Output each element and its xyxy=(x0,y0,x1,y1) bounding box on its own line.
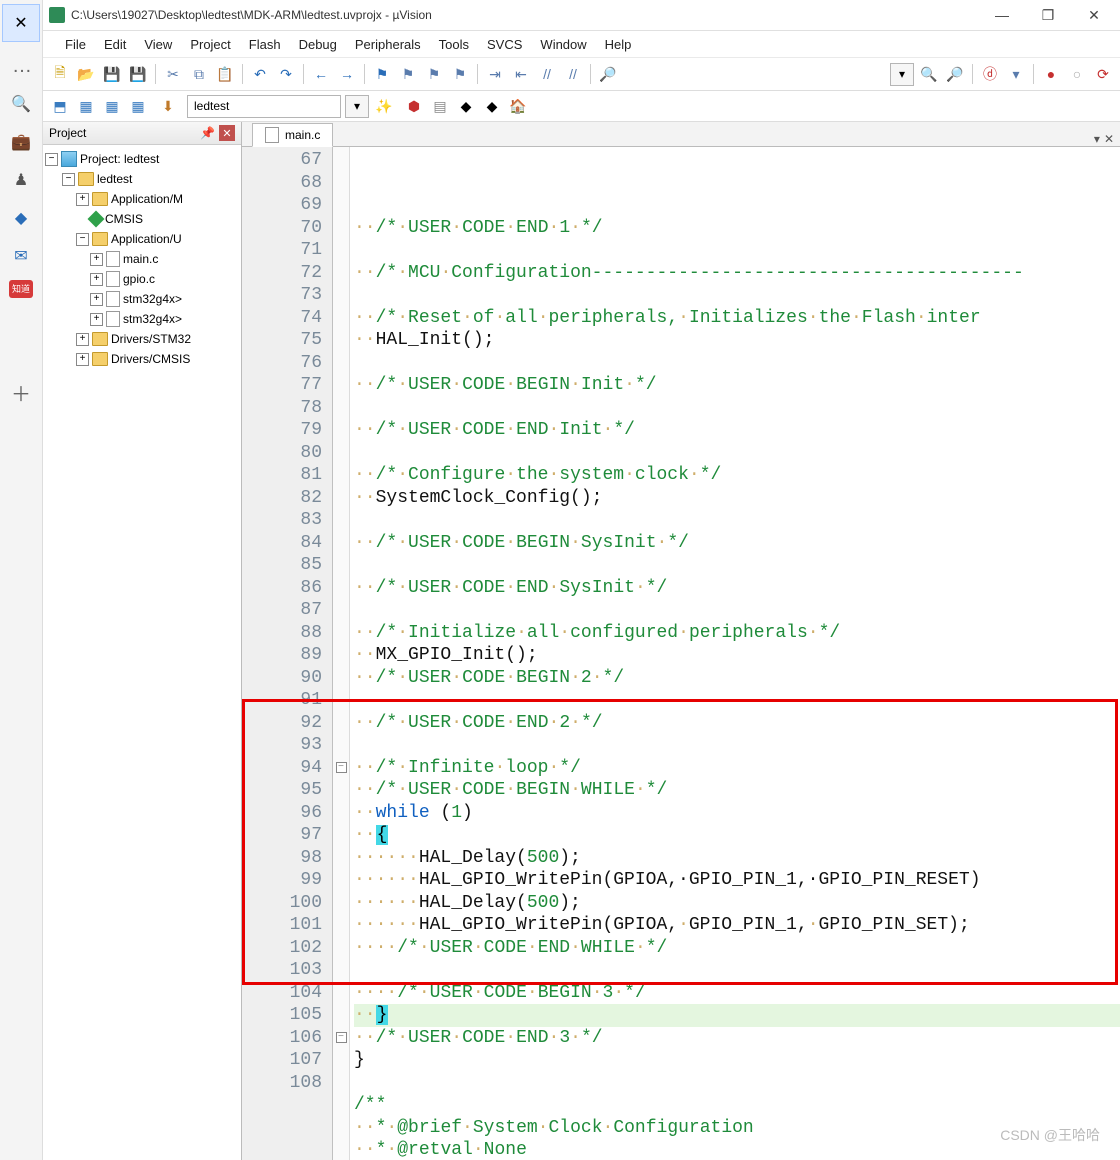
windows-task-strip: ✕ … 🔍 💼 ♟ ◆ ✉ 知道 ＋ xyxy=(0,0,43,1160)
debug-icon[interactable]: ⓓ xyxy=(979,63,1001,85)
undo-icon[interactable]: ↶ xyxy=(249,63,271,85)
menu-svcs[interactable]: SVCS xyxy=(487,37,522,52)
menu-bar: File Edit View Project Flash Debug Peripherals… xyxy=(43,31,1120,58)
pack-icon[interactable]: ◆ xyxy=(455,95,477,117)
editor-tab-bar: main.c ▾ ✕ xyxy=(242,122,1120,147)
tab-main-c[interactable]: main.c xyxy=(252,123,333,147)
help-icon[interactable]: 🏠 xyxy=(507,95,529,117)
work-area: Project 📌 ✕ −Project: ledtest −ledtest +… xyxy=(43,122,1120,1160)
find-files-icon[interactable]: 🔎 xyxy=(597,63,619,85)
record-icon[interactable]: ● xyxy=(1040,63,1062,85)
more-icon[interactable]: … xyxy=(7,52,35,80)
tab-close-icon[interactable]: ✕ xyxy=(1104,132,1114,146)
target-dropdown[interactable]: ▾ xyxy=(345,95,369,118)
uncomment-icon[interactable]: // xyxy=(562,63,584,85)
bookmark-icon[interactable]: ⚑ xyxy=(371,63,393,85)
panel-close-icon[interactable]: ✕ xyxy=(219,125,235,141)
project-panel-title: Project xyxy=(49,126,86,140)
minimize-button[interactable]: — xyxy=(982,1,1022,29)
rte-icon[interactable]: ◆ xyxy=(481,95,503,117)
bookmark-next-icon[interactable]: ⚑ xyxy=(423,63,445,85)
title-bar: C:\Users\19027\Desktop\ledtest\MDK-ARM\l… xyxy=(43,0,1120,31)
save-icon[interactable]: 💾 xyxy=(101,63,123,85)
project-panel: Project 📌 ✕ −Project: ledtest −ledtest +… xyxy=(43,122,242,1160)
target-select[interactable]: ledtest xyxy=(187,95,341,118)
badge-icon[interactable]: 知道 xyxy=(9,280,33,298)
bookmark-prev-icon[interactable]: ⚑ xyxy=(397,63,419,85)
outdent-icon[interactable]: ⇤ xyxy=(510,63,532,85)
build-toolbar: ⬒ ▦ ▦ ▦ ⬇ ledtest ▾ ✨ ⬢ ▤ ◆ ◆ 🏠 xyxy=(43,91,1120,122)
watermark: CSDN @王哈哈 xyxy=(1000,1125,1100,1145)
office-icon[interactable]: ◆ xyxy=(7,204,35,232)
project-panel-header: Project 📌 ✕ xyxy=(43,122,241,145)
menu-project[interactable]: Project xyxy=(190,37,230,52)
menu-edit[interactable]: Edit xyxy=(104,37,126,52)
search-icon[interactable]: 🔍 xyxy=(7,90,35,118)
find-icon[interactable]: 🔍 xyxy=(918,63,940,85)
close-panel-button[interactable]: ✕ xyxy=(2,4,40,42)
code-body[interactable]: ··/*·USER·CODE·END·1·*/··/*·MCU·Configur… xyxy=(350,147,1120,1160)
new-icon[interactable]: 🗎 xyxy=(49,63,71,85)
cut-icon[interactable]: ✂ xyxy=(162,63,184,85)
menu-tools[interactable]: Tools xyxy=(439,37,469,52)
menu-help[interactable]: Help xyxy=(605,37,632,52)
nav-fwd-icon[interactable]: → xyxy=(336,63,358,85)
batch-build-icon[interactable]: ▦ xyxy=(127,95,149,117)
comment-icon[interactable]: // xyxy=(536,63,558,85)
bookmark-clear-icon[interactable]: ⚑ xyxy=(449,63,471,85)
app-window: C:\Users\19027\Desktop\ledtest\MDK-ARM\l… xyxy=(43,0,1120,1160)
stop-record-icon[interactable]: ○ xyxy=(1066,63,1088,85)
app-icon xyxy=(49,7,65,23)
copy-icon[interactable]: ⧉ xyxy=(188,63,210,85)
find-next-icon[interactable]: 🔎 xyxy=(944,63,966,85)
menu-flash[interactable]: Flash xyxy=(249,37,281,52)
standard-toolbar: 🗎 📂 💾 💾 ✂ ⧉ 📋 ↶ ↷ ← → ⚑ ⚑ ⚑ ⚑ ⇥ ⇤ // // … xyxy=(43,58,1120,91)
tab-dropdown-icon[interactable]: ▾ xyxy=(1094,132,1100,146)
tab-label: main.c xyxy=(285,128,320,142)
project-tree[interactable]: −Project: ledtest −ledtest +Application/… xyxy=(43,145,241,1160)
code-editor[interactable]: 6768697071727374757677787980818283848586… xyxy=(242,147,1120,1160)
briefcase-icon[interactable]: 💼 xyxy=(7,128,35,156)
maximize-button[interactable]: ❐ xyxy=(1028,1,1068,29)
outlook-icon[interactable]: ✉ xyxy=(7,242,35,270)
rebuild-icon[interactable]: ▦ xyxy=(101,95,123,117)
translate-icon[interactable]: ⬒ xyxy=(49,95,71,117)
refresh-icon[interactable]: ⟳ xyxy=(1092,63,1114,85)
editor-area: main.c ▾ ✕ 67686970717273747576777879808… xyxy=(242,122,1120,1160)
debug-dd-icon[interactable]: ▾ xyxy=(1005,63,1027,85)
close-button[interactable]: ✕ xyxy=(1074,1,1114,29)
menu-window[interactable]: Window xyxy=(540,37,586,52)
line-number-gutter: 6768697071727374757677787980818283848586… xyxy=(242,147,333,1160)
menu-file[interactable]: File xyxy=(65,37,86,52)
menu-peripherals[interactable]: Peripherals xyxy=(355,37,421,52)
nav-back-icon[interactable]: ← xyxy=(310,63,332,85)
chess-icon[interactable]: ♟ xyxy=(7,166,35,194)
save-all-icon[interactable]: 💾 xyxy=(127,63,149,85)
open-icon[interactable]: 📂 xyxy=(75,63,97,85)
build-icon[interactable]: ▦ xyxy=(75,95,97,117)
manage-icon[interactable]: ⬢ xyxy=(403,95,425,117)
options-icon[interactable]: ✨ xyxy=(373,95,395,117)
find-dropdown[interactable]: ▾ xyxy=(890,63,914,86)
add-icon[interactable]: ＋ xyxy=(11,378,31,407)
pin-icon[interactable]: 📌 xyxy=(200,126,215,140)
redo-icon[interactable]: ↷ xyxy=(275,63,297,85)
file-icon xyxy=(265,127,279,143)
indent-icon[interactable]: ⇥ xyxy=(484,63,506,85)
window-title: C:\Users\19027\Desktop\ledtest\MDK-ARM\l… xyxy=(71,8,976,22)
books-icon[interactable]: ▤ xyxy=(429,95,451,117)
menu-view[interactable]: View xyxy=(144,37,172,52)
paste-icon[interactable]: 📋 xyxy=(214,63,236,85)
menu-debug[interactable]: Debug xyxy=(299,37,337,52)
fold-column[interactable]: −− xyxy=(333,147,350,1160)
download-icon[interactable]: ⬇ xyxy=(157,95,179,117)
